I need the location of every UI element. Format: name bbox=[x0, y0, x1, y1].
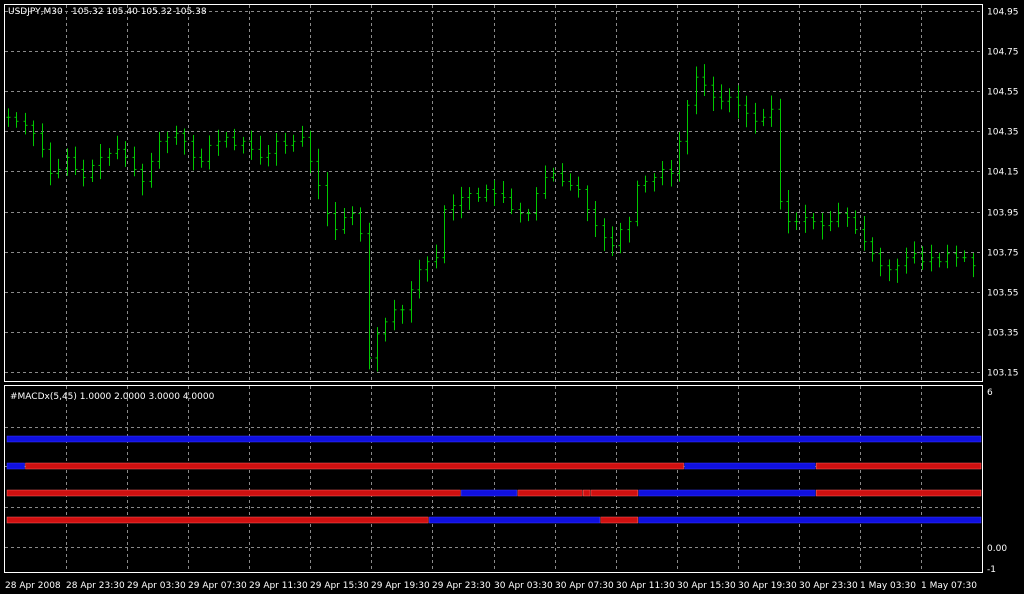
price-panel-frame bbox=[4, 4, 983, 382]
ohlc-label: 105.32 105.40 105.32 105.38 bbox=[72, 7, 207, 17]
time-tick-label: 29 Apr 23:30 bbox=[432, 581, 491, 591]
time-axis: 28 Apr 2008 28 Apr 23:30 29 Apr 03:30 29 Ap… bbox=[5, 581, 977, 591]
time-tick-label: 30 Apr 07:30 bbox=[555, 581, 614, 591]
time-tick-label: 29 Apr 11:30 bbox=[249, 581, 308, 591]
time-tick-label: 29 Apr 19:30 bbox=[371, 581, 430, 591]
price-tick-label: 104.55 bbox=[987, 88, 1019, 98]
indicator-segment bbox=[428, 516, 601, 524]
time-tick-label: 29 Apr 07:30 bbox=[188, 581, 247, 591]
indicator-tick-label: 0.00 bbox=[987, 544, 1007, 554]
indicator-axis: 6 0.00 -1 bbox=[987, 388, 1007, 575]
indicator-segment bbox=[6, 516, 429, 524]
time-tick-label: 30 Apr 23:30 bbox=[799, 581, 858, 591]
time-tick-label: 30 Apr 11:30 bbox=[616, 581, 675, 591]
price-tick-label: 103.75 bbox=[987, 249, 1019, 259]
price-tick-label: 103.55 bbox=[987, 289, 1019, 299]
time-tick-label: 30 Apr 15:30 bbox=[677, 581, 736, 591]
price-tick-label: 104.35 bbox=[987, 128, 1019, 138]
indicator-segment bbox=[517, 489, 583, 497]
indicator-segment bbox=[582, 489, 591, 497]
price-tick-label: 104.75 bbox=[987, 48, 1019, 58]
time-tick-label: 1 May 07:30 bbox=[921, 581, 977, 591]
price-axis: 104.95 104.75 104.55 104.35 104.15 103.95 103.… bbox=[987, 8, 1019, 379]
time-tick-label: 30 Apr 19:30 bbox=[738, 581, 797, 591]
time-tick-label: 29 Apr 15:30 bbox=[310, 581, 369, 591]
indicator-segment bbox=[638, 489, 816, 497]
price-tick-label: 104.95 bbox=[987, 8, 1019, 18]
price-tick-label: 103.35 bbox=[987, 329, 1019, 339]
indicator-segment bbox=[816, 462, 982, 470]
time-tick-label: 29 Apr 03:30 bbox=[127, 581, 186, 591]
indicator-segment bbox=[6, 462, 25, 470]
indicator-segment bbox=[6, 435, 982, 443]
indicator-segment bbox=[684, 462, 816, 470]
indicator-segment bbox=[6, 489, 461, 497]
time-tick-label: 28 Apr 23:30 bbox=[66, 581, 125, 591]
price-tick-label: 103.15 bbox=[987, 369, 1019, 379]
indicator-label: #MACDx(5,45) 1.0000 2.0000 3.0000 4.0000 bbox=[10, 392, 215, 402]
indicator-segment bbox=[461, 489, 518, 497]
indicator-tick-label: -1 bbox=[987, 565, 996, 575]
indicator-tick-label: 6 bbox=[987, 388, 993, 398]
indicator-segment bbox=[638, 516, 982, 524]
grid-lines bbox=[5, 5, 982, 573]
symbol-label: USDJPY,M30 bbox=[8, 7, 63, 17]
indicator-cells bbox=[6, 435, 982, 524]
price-tick-label: 104.15 bbox=[987, 168, 1019, 178]
time-tick-label: 1 May 03:30 bbox=[860, 581, 916, 591]
indicator-segment bbox=[816, 489, 982, 497]
indicator-segment bbox=[600, 516, 639, 524]
indicator-panel-frame bbox=[4, 385, 983, 573]
indicator-segment bbox=[590, 489, 639, 497]
time-tick-label: 30 Apr 03:30 bbox=[494, 581, 553, 591]
price-bars bbox=[6, 64, 976, 372]
indicator-segment bbox=[25, 462, 684, 470]
time-tick-label: 28 Apr 2008 bbox=[5, 581, 61, 591]
price-tick-label: 103.95 bbox=[987, 209, 1019, 219]
chart-canvas: 104.95 104.75 104.55 104.35 104.15 103.95 103.… bbox=[4, 4, 1019, 591]
